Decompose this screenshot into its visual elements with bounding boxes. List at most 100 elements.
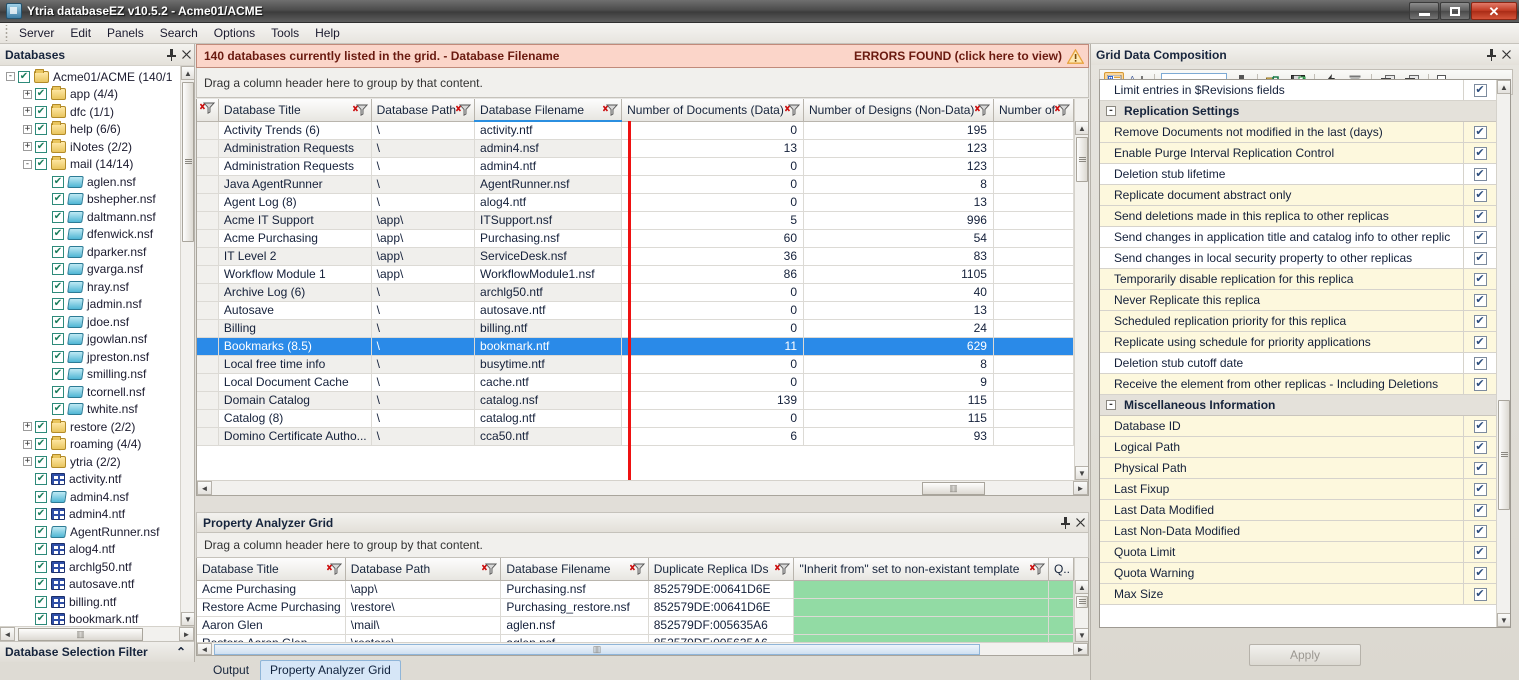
pa-column-header[interactable]: Database Title bbox=[197, 558, 346, 581]
tree-node-checkbox[interactable] bbox=[52, 175, 64, 188]
menu-tools[interactable]: Tools bbox=[263, 24, 307, 42]
gdc-vertical-scrollbar[interactable]: ▲ ▼ bbox=[1496, 80, 1510, 627]
gdc-item-checkbox-cell[interactable]: ✔ bbox=[1464, 206, 1496, 226]
gdc-item-row[interactable]: Deletion stub cutoff date ✔ bbox=[1100, 353, 1496, 374]
tree-scroll-down-button[interactable]: ▼ bbox=[181, 612, 194, 626]
tree-node[interactable]: + help (6/6) bbox=[0, 121, 180, 139]
gdc-group-row[interactable]: - Replication Settings bbox=[1100, 101, 1496, 122]
tree-node-checkbox[interactable] bbox=[52, 228, 64, 241]
chevron-up-icon[interactable]: ⌃ bbox=[176, 645, 186, 659]
gdc-item-checkbox[interactable]: ✔ bbox=[1473, 335, 1487, 349]
pa-column-header[interactable]: Q.. bbox=[1048, 558, 1074, 581]
row-selector-cell[interactable] bbox=[197, 373, 219, 392]
tree-node[interactable]: jadmin.nsf bbox=[0, 296, 180, 314]
database-selection-filter-bar[interactable]: Database Selection Filter ⌃ bbox=[0, 641, 194, 662]
table-row[interactable]: Billing \ billing.ntf 0 24 bbox=[197, 319, 1074, 338]
main-grid-vertical-scrollbar[interactable]: ▲ ▼ bbox=[1074, 99, 1088, 480]
main-grid-table[interactable]: Database Title Database Path Database File… bbox=[197, 99, 1074, 446]
collapse-group-icon[interactable]: - bbox=[1106, 106, 1116, 116]
gdc-item-checkbox-cell[interactable]: ✔ bbox=[1464, 248, 1496, 268]
gdc-item-checkbox[interactable]: ✔ bbox=[1473, 188, 1487, 202]
pa-grid-scroll-up-button[interactable]: ▲ bbox=[1075, 580, 1088, 594]
main-grid-column-header[interactable]: Database Path bbox=[371, 99, 476, 122]
tree-node-checkbox[interactable] bbox=[52, 350, 64, 363]
table-row[interactable]: Activity Trends (6) \ activity.ntf 0 195 bbox=[197, 121, 1074, 140]
tree-scroll-up-button[interactable]: ▲ bbox=[181, 66, 194, 80]
gdc-scroll-up-button[interactable]: ▲ bbox=[1497, 80, 1510, 94]
tree-node-checkbox[interactable] bbox=[52, 333, 64, 346]
tree-node[interactable]: twhite.nsf bbox=[0, 401, 180, 419]
tree-node-checkbox[interactable] bbox=[52, 403, 64, 416]
tree-node-checkbox[interactable] bbox=[35, 420, 47, 433]
tree-node-checkbox[interactable] bbox=[52, 385, 64, 398]
tree-node-checkbox[interactable] bbox=[52, 193, 64, 206]
tree-node[interactable]: + ytria (2/2) bbox=[0, 453, 180, 471]
tree-node-checkbox[interactable] bbox=[18, 70, 30, 83]
main-grid-column-header[interactable]: Number of Designs (Non-Data) bbox=[803, 99, 994, 122]
tree-node[interactable]: daltmann.nsf bbox=[0, 208, 180, 226]
menu-server[interactable]: Server bbox=[11, 24, 62, 42]
minimize-button[interactable] bbox=[1409, 2, 1439, 20]
filter-funnel-icon[interactable] bbox=[974, 104, 990, 116]
tree-vertical-scrollbar[interactable]: ▲ ▼ bbox=[180, 66, 194, 626]
property-analyzer-close-icon[interactable] bbox=[1073, 515, 1088, 531]
row-selector-cell[interactable] bbox=[197, 157, 219, 176]
row-selector-cell[interactable] bbox=[197, 121, 219, 140]
tree-node[interactable]: jdoe.nsf bbox=[0, 313, 180, 331]
tree-node[interactable]: - mail (14/14) bbox=[0, 156, 180, 174]
gdc-item-checkbox[interactable]: ✔ bbox=[1473, 419, 1487, 433]
gdc-item-row[interactable]: Physical Path ✔ bbox=[1100, 458, 1496, 479]
tree-node-checkbox[interactable] bbox=[52, 368, 64, 381]
gdc-item-checkbox[interactable]: ✔ bbox=[1473, 83, 1487, 97]
expand-node-icon[interactable]: + bbox=[23, 124, 32, 134]
grid-status-bar[interactable]: 140 databases currently listed in the gr… bbox=[196, 44, 1089, 68]
pa-column-header[interactable]: "Inherit from" set to non-existant templ… bbox=[793, 558, 1049, 581]
gdc-item-checkbox-cell[interactable]: ✔ bbox=[1464, 416, 1496, 436]
gdc-item-checkbox[interactable]: ✔ bbox=[1473, 482, 1487, 496]
menu-help[interactable]: Help bbox=[307, 24, 348, 42]
gdc-item-checkbox[interactable]: ✔ bbox=[1473, 293, 1487, 307]
tree-hscroll-thumb[interactable]: ▥ bbox=[18, 628, 143, 641]
row-selector-cell[interactable] bbox=[197, 175, 219, 194]
row-selector-cell[interactable] bbox=[197, 247, 219, 266]
gdc-item-checkbox-cell[interactable]: ✔ bbox=[1464, 542, 1496, 562]
menu-options[interactable]: Options bbox=[206, 24, 263, 42]
gdc-item-row[interactable]: Send changes in local security property … bbox=[1100, 248, 1496, 269]
tree-scroll-right-button[interactable]: ► bbox=[179, 627, 194, 641]
property-analyzer-groupby-area[interactable]: Drag a column header here to group by th… bbox=[196, 533, 1089, 558]
tree-node-checkbox[interactable] bbox=[35, 473, 47, 486]
gdc-item-checkbox-cell[interactable]: ✔ bbox=[1464, 80, 1496, 100]
menu-panels[interactable]: Panels bbox=[99, 24, 152, 42]
tree-node-checkbox[interactable] bbox=[35, 455, 47, 468]
tree-node[interactable]: billing.ntf bbox=[0, 593, 180, 611]
tree-node-checkbox[interactable] bbox=[35, 88, 47, 101]
row-selector-cell[interactable] bbox=[197, 193, 219, 212]
gdc-item-checkbox[interactable]: ✔ bbox=[1473, 440, 1487, 454]
filter-funnel-icon[interactable] bbox=[199, 102, 215, 117]
tree-node[interactable]: aglen.nsf bbox=[0, 173, 180, 191]
row-selector-cell[interactable] bbox=[197, 301, 219, 320]
filter-funnel-icon[interactable] bbox=[603, 104, 619, 116]
tree-node[interactable]: archlg50.ntf bbox=[0, 558, 180, 576]
table-row[interactable]: Domino Certificate Autho... \ cca50.ntf 6 93 bbox=[197, 427, 1074, 446]
gdc-item-checkbox-cell[interactable]: ✔ bbox=[1464, 563, 1496, 583]
main-grid-scroll-up-button[interactable]: ▲ bbox=[1075, 121, 1088, 135]
pa-grid-scroll-left-button[interactable]: ◄ bbox=[197, 643, 212, 655]
tree-scroll-thumb[interactable] bbox=[182, 82, 194, 242]
tree-node-checkbox[interactable] bbox=[35, 105, 47, 118]
gdc-item-row[interactable]: Quota Warning ✔ bbox=[1100, 563, 1496, 584]
pa-grid-scroll-down-button[interactable]: ▼ bbox=[1075, 628, 1088, 642]
tree-node[interactable]: smilling.nsf bbox=[0, 366, 180, 384]
collapse-group-icon[interactable]: - bbox=[1106, 400, 1116, 410]
tab-output[interactable]: Output bbox=[204, 661, 258, 680]
tree-node[interactable]: bshepher.nsf bbox=[0, 191, 180, 209]
gdc-item-checkbox[interactable]: ✔ bbox=[1473, 167, 1487, 181]
apply-button[interactable]: Apply bbox=[1249, 644, 1361, 666]
gdc-item-row[interactable]: Replicate document abstract only ✔ bbox=[1100, 185, 1496, 206]
table-row[interactable]: Java AgentRunner \ AgentRunner.nsf 0 8 bbox=[197, 175, 1074, 194]
row-selector-cell[interactable] bbox=[197, 211, 219, 230]
tree-node[interactable]: autosave.ntf bbox=[0, 576, 180, 594]
main-grid-column-header[interactable]: Database Filename bbox=[474, 99, 623, 122]
tree-node-checkbox[interactable] bbox=[52, 263, 64, 276]
tree-node-checkbox[interactable] bbox=[35, 525, 47, 538]
